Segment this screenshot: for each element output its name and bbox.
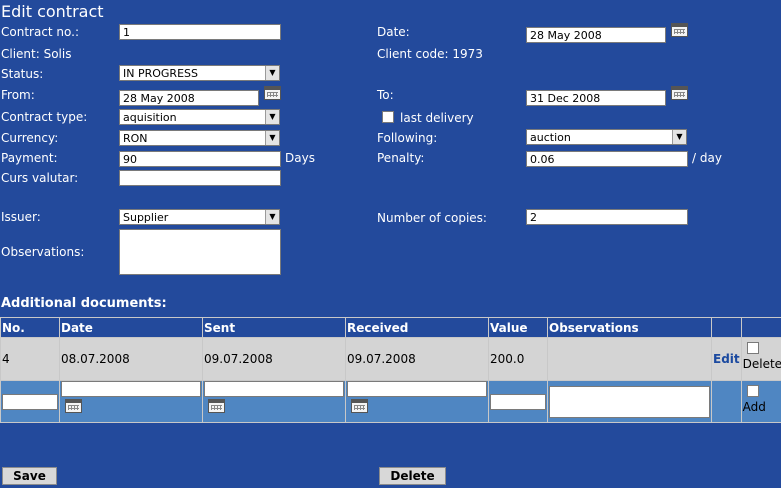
from-date-input[interactable]: 28 May 2008	[119, 90, 259, 106]
delete-label: Delete	[742, 357, 781, 371]
cell-value: 200.0	[488, 337, 548, 381]
new-no-input[interactable]	[2, 393, 58, 410]
status-label: Status:	[1, 67, 44, 81]
col-header-value: Value	[488, 317, 548, 338]
cell-received: 09.07.2008	[345, 337, 489, 381]
additional-documents-title: Additional documents:	[1, 296, 167, 311]
curs-valutar-input[interactable]	[119, 170, 281, 186]
contract-no-label: Contract no.:	[1, 25, 80, 39]
chevron-down-icon: ▼	[265, 210, 279, 224]
page-title: Edit contract	[1, 2, 104, 21]
col-header-no: No.	[0, 317, 60, 338]
contract-no-input[interactable]: 1	[119, 24, 281, 40]
cell-edit: Edit	[711, 337, 742, 381]
calendar-icon[interactable]	[671, 23, 688, 37]
col-header-observations: Observations	[547, 317, 712, 338]
edit-link[interactable]: Edit	[713, 352, 740, 366]
new-received-input[interactable]	[347, 381, 487, 397]
payment-input[interactable]: 90	[119, 151, 281, 167]
col-header-received: Received	[345, 317, 489, 338]
observations-label: Observations:	[1, 245, 85, 259]
chevron-down-icon: ▼	[265, 131, 279, 145]
last-delivery-checkbox[interactable]	[382, 111, 394, 123]
following-label: Following:	[377, 131, 438, 145]
currency-value: RON	[123, 132, 148, 145]
col-header-delete	[740, 317, 781, 338]
contract-type-value: aquisition	[123, 111, 177, 124]
penalty-unit: / day	[692, 151, 722, 165]
client-code-label: Client code: 1973	[377, 47, 483, 61]
observations-textarea[interactable]	[119, 229, 281, 275]
cell-sent: 09.07.2008	[202, 337, 346, 381]
date-input[interactable]: 28 May 2008	[526, 27, 666, 43]
cell-date: 08.07.2008	[59, 337, 203, 381]
calendar-icon[interactable]	[208, 399, 225, 413]
add-row-checkbox[interactable]	[746, 385, 759, 397]
table-header-row: No. Date Sent Received Value Observation…	[0, 317, 781, 338]
currency-select[interactable]: RON ▼	[119, 130, 280, 146]
following-value: auction	[530, 131, 571, 144]
from-label: From:	[1, 88, 35, 102]
last-delivery-label: last delivery	[400, 111, 474, 125]
cell-observations	[547, 337, 712, 381]
following-select[interactable]: auction ▼	[526, 129, 687, 145]
calendar-icon[interactable]	[351, 399, 368, 413]
col-header-date: Date	[59, 317, 203, 338]
calendar-icon[interactable]	[65, 399, 82, 413]
documents-table: No. Date Sent Received Value Observation…	[0, 317, 781, 423]
table-row: 4 08.07.2008 09.07.2008 09.07.2008 200.0…	[0, 337, 781, 381]
chevron-down-icon: ▼	[672, 130, 686, 144]
add-row: Add	[0, 380, 781, 423]
cell-no: 4	[0, 337, 60, 381]
add-label: Add	[742, 400, 766, 414]
new-value-input[interactable]	[490, 393, 546, 410]
status-select[interactable]: IN PROGRESS ▼	[119, 65, 280, 81]
client-label: Client: Solis	[1, 47, 72, 61]
chevron-down-icon: ▼	[265, 66, 279, 80]
issuer-value: Supplier	[123, 211, 169, 224]
calendar-icon[interactable]	[671, 86, 688, 100]
contract-type-select[interactable]: aquisition ▼	[119, 109, 280, 125]
penalty-label: Penalty:	[377, 151, 425, 165]
curs-valutar-label: Curs valutar:	[1, 171, 79, 185]
contract-type-label: Contract type:	[1, 110, 88, 124]
currency-label: Currency:	[1, 131, 59, 145]
payment-unit: Days	[285, 151, 315, 165]
new-date-input[interactable]	[61, 381, 201, 397]
copies-label: Number of copies:	[377, 211, 487, 225]
to-date-input[interactable]: 31 Dec 2008	[526, 90, 666, 106]
calendar-icon[interactable]	[264, 86, 281, 100]
delete-button[interactable]: Delete	[379, 467, 446, 485]
issuer-select[interactable]: Supplier ▼	[119, 209, 280, 225]
new-sent-input[interactable]	[204, 381, 344, 397]
status-select-value: IN PROGRESS	[123, 67, 198, 80]
save-button[interactable]: Save	[2, 467, 57, 485]
date-label: Date:	[377, 25, 410, 39]
col-header-sent: Sent	[202, 317, 346, 338]
cell-delete: Delete	[740, 337, 781, 381]
penalty-input[interactable]: 0.06	[526, 151, 688, 167]
to-label: To:	[377, 88, 394, 102]
new-observations-textarea[interactable]	[549, 385, 710, 418]
col-header-edit	[711, 317, 742, 338]
copies-input[interactable]: 2	[526, 209, 688, 225]
chevron-down-icon: ▼	[265, 110, 279, 124]
payment-label: Payment:	[1, 151, 58, 165]
delete-row-checkbox[interactable]	[746, 342, 759, 354]
issuer-label: Issuer:	[1, 210, 41, 224]
